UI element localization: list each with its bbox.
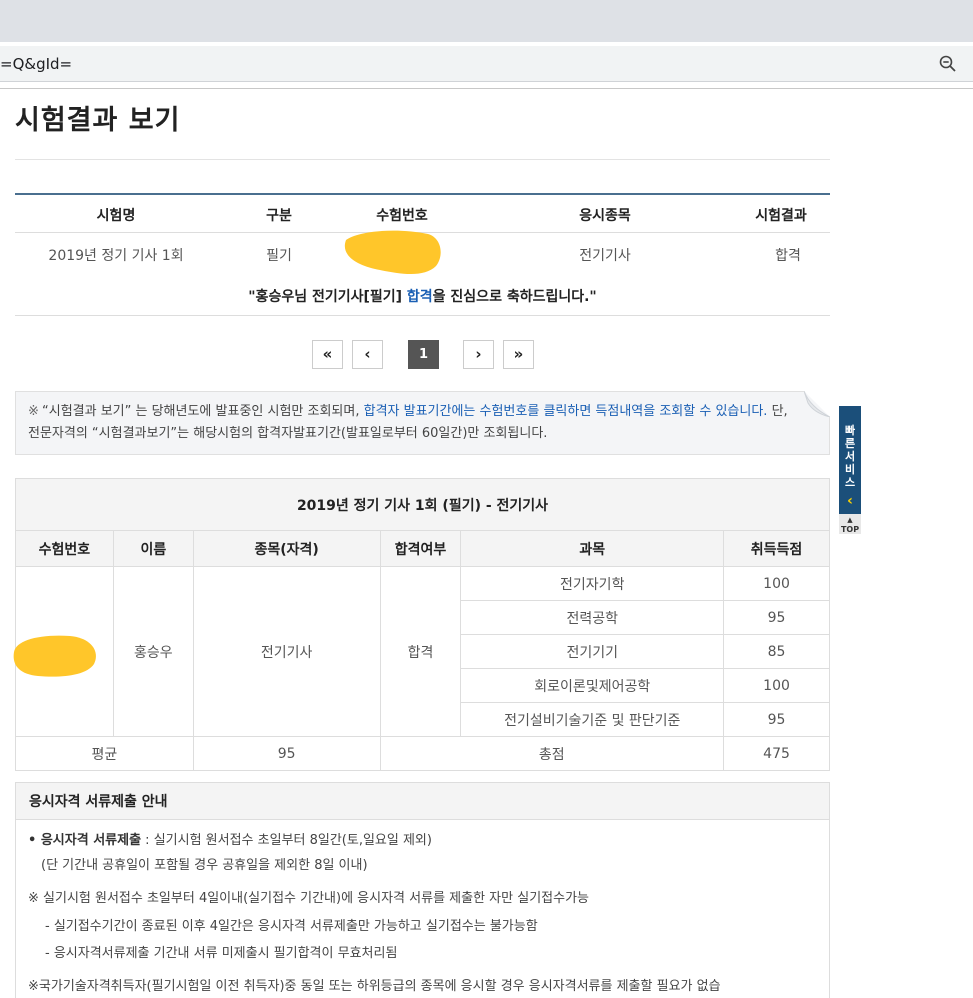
avg-label: 평균	[15, 736, 194, 771]
header-divider	[0, 88, 973, 89]
scroll-top-button[interactable]: ▲ TOP	[839, 514, 861, 534]
page-title: 시험결과 보기	[15, 105, 181, 136]
guide-line-3: ※ 실기시험 원서접수 초일부터 4일이내(실기접수 기간내)에 응시자격 서류…	[28, 891, 589, 906]
header-exam-name: 시험명	[96, 208, 136, 224]
pagination-next-button[interactable]: ›	[463, 340, 494, 369]
cell-field: 전기기사	[192, 566, 381, 737]
result-exam-name: 2019년 정기 기사 1회	[48, 248, 184, 264]
score-table: 2019년 정기 기사 1회 (필기) - 전기기사 수험번호 이름 종목(자격…	[15, 478, 830, 771]
guide-line-6: ※국가기술자격취득자(필기시험일 이전 취득자)중 동일 또는 하위등급의 종목…	[28, 979, 721, 994]
address-text[interactable]: =Q&gId=	[0, 55, 72, 73]
pagination-current-page[interactable]: 1	[408, 340, 439, 369]
cell-pass: 합격	[379, 566, 462, 737]
cell-score: 100	[723, 668, 830, 703]
notice-box: ※ “시험결과 보기” 는 당해년도에 발표중인 시험만 조회되며, 합격자 발표…	[15, 391, 830, 455]
guide-line-1: • 응시자격 서류제출 : 실기시험 원서접수 초일부터 8일간(토,일요일 제…	[28, 833, 432, 848]
score-table-caption: 2019년 정기 기사 1회 (필기) - 전기기사	[15, 478, 830, 531]
quick-service-tab[interactable]: 빠른서비스 ‹ ▲ TOP	[839, 406, 861, 534]
col-name: 이름	[112, 530, 194, 567]
notice-text: ※ “시험결과 보기” 는 당해년도에 발표중인 시험만 조회되며, 합격자 발표…	[28, 401, 803, 445]
quick-service-toggle-icon[interactable]: ‹	[839, 492, 861, 510]
cell-score: 85	[723, 634, 830, 669]
pass-highlight: 합격	[406, 289, 433, 305]
pagination-first-button[interactable]: «	[312, 340, 343, 369]
guide-line-2: (단 기간내 공휴일이 포함될 경우 공휴일을 제외한 8일 이내)	[41, 858, 368, 873]
guide-line-5: - 응시자격서류제출 기간내 서류 미제출시 필기합격이 무효처리됨	[45, 946, 398, 961]
page-fold-icon	[804, 391, 830, 417]
cell-score: 100	[723, 566, 830, 601]
zoom-out-icon[interactable]	[938, 54, 958, 74]
caret-up-icon: ▲	[847, 516, 853, 524]
document-guide-box: 응시자격 서류제출 안내 • 응시자격 서류제출 : 실기시험 원서접수 초일부…	[15, 782, 830, 998]
cell-name: 홍승우	[112, 566, 194, 737]
cell-subject: 회로이론및제어공학	[460, 668, 725, 703]
col-exam-number: 수험번호	[15, 530, 114, 567]
cell-score: 95	[723, 702, 830, 737]
col-subject: 과목	[460, 530, 725, 567]
header-category: 구분	[266, 208, 292, 224]
result-table-bottom-border	[15, 315, 830, 316]
table-row: 홍승우 전기기사 합격 전기자기학 100	[15, 566, 830, 737]
header-exam-number: 수험번호	[376, 208, 428, 224]
result-category: 필기	[266, 248, 292, 264]
cell-subject: 전기자기학	[460, 566, 725, 601]
browser-tab-strip	[0, 0, 973, 42]
address-bar[interactable]: =Q&gId=	[0, 46, 973, 82]
summary-row: 평균 95 총점 475	[15, 736, 830, 771]
col-field: 종목(자격)	[192, 530, 381, 567]
header-result: 시험결과	[755, 208, 807, 224]
redaction-mark	[344, 230, 441, 274]
redaction-mark	[13, 635, 96, 677]
avg-value: 95	[192, 736, 381, 771]
cell-subject: 전력공학	[460, 600, 725, 635]
pagination-prev-button[interactable]: ‹	[352, 340, 383, 369]
congratulation-message: "홍승우님 전기기사[필기] 합격을 진심으로 축하드립니다."	[248, 289, 597, 305]
notice-highlight: 합격자 발표기간에는 수험번호를 클릭하면 득점내역을 조회할 수 있습니다.	[363, 404, 768, 419]
col-pass: 합격여부	[379, 530, 462, 567]
title-divider	[15, 159, 830, 160]
col-score: 취득득점	[723, 530, 830, 567]
pagination-last-button[interactable]: »	[503, 340, 534, 369]
guide-line-4: - 실기접수기간이 종료된 이후 4일간은 응시자격 서류제출만 가능하고 실기…	[45, 919, 538, 934]
cell-score: 95	[723, 600, 830, 635]
result-status: 합격	[775, 248, 801, 264]
guide-title: 응시자격 서류제출 안내	[16, 783, 829, 820]
total-label: 총점	[379, 736, 725, 771]
result-field: 전기기사	[579, 248, 631, 264]
notice-mark: ※	[28, 404, 39, 419]
total-value: 475	[723, 736, 830, 771]
cell-subject: 전기설비기술기준 및 판단기준	[460, 702, 725, 737]
cell-subject: 전기기기	[460, 634, 725, 669]
header-field: 응시종목	[579, 208, 631, 224]
